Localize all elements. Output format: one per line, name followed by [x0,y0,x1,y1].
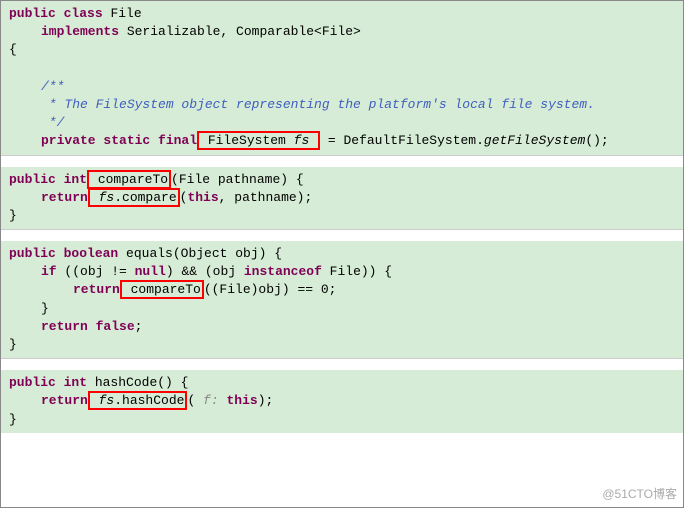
keyword: int [56,375,87,390]
code-line: return false; [9,318,675,336]
keyword: if [41,264,57,279]
text: FileSystem [200,133,294,148]
text: compareTo [90,172,168,187]
code-line: public class File [9,5,675,23]
comment-line: * The FileSystem object representing the… [9,96,675,114]
highlight-box: compareTo [120,280,204,299]
block-gap [1,358,683,370]
keyword: this [187,190,218,205]
keyword: return [73,282,120,297]
keyword: this [226,393,257,408]
watermark: @51CTO博客 [602,486,677,503]
code-line: } [9,300,675,318]
code-line: public boolean equals(Object obj) { [9,245,675,263]
highlight-box: fs.hashCode [88,391,188,410]
block-gap [1,229,683,241]
keyword: public [9,6,56,21]
keyword: return false [41,319,135,334]
text: equals(Object obj) { [118,246,282,261]
keyword: int [56,172,87,187]
code-line: return compareTo((File)obj) == 0; [9,281,675,299]
text: (File pathname) { [171,172,304,187]
text: ; [135,319,143,334]
text: ) && (obj [166,264,244,279]
keyword: implements [41,24,119,39]
text: File)) { [322,264,392,279]
code-block-3: public boolean equals(Object obj) { if (… [1,241,683,358]
text: fs [91,190,114,205]
code-block-2: public int compareTo(File pathname) { re… [1,167,683,230]
text: fs [91,393,114,408]
highlight-box: fs.compare [88,188,180,207]
keyword: boolean [56,246,118,261]
code-line: { [9,41,675,59]
comment-line: /** [9,78,675,96]
code-block-1: public class File implements Serializabl… [1,1,683,155]
text: getFileSystem [484,133,585,148]
code-line: } [9,207,675,225]
block-gap [1,155,683,167]
highlight-box: FileSystem fs [197,131,320,150]
text: File [103,6,142,21]
code-line: } [9,336,675,354]
keyword: private static final [41,133,197,148]
text: compareTo [123,282,201,297]
code-line: public int hashCode() { [9,374,675,392]
text: (); [585,133,608,148]
code-line: private static final FileSystem fs = Def… [9,132,675,150]
code-line: public int compareTo(File pathname) { [9,171,675,189]
highlight-box: compareTo [87,170,171,189]
code-line: implements Serializable, Comparable<File… [9,23,675,41]
code-line: return fs.hashCode( f: this); [9,392,675,410]
text: ); [258,393,274,408]
comment-line: */ [9,114,675,132]
text: ((File)obj) == 0; [204,282,337,297]
text: .compare [114,190,176,205]
text: Serializable, Comparable<File> [119,24,361,39]
keyword: null [135,264,166,279]
keyword: instanceof [244,264,322,279]
text: hashCode() { [87,375,188,390]
code-line: } [9,411,675,429]
text: fs [294,133,310,148]
text: , pathname); [219,190,313,205]
text: ((obj != [57,264,135,279]
code-line: if ((obj != null) && (obj instanceof Fil… [9,263,675,281]
code-block-4: public int hashCode() { return fs.hashCo… [1,370,683,433]
text: .hashCode [114,393,184,408]
keyword: public [9,246,56,261]
blank-line [9,60,675,78]
keyword: return [41,190,88,205]
text: = DefaultFileSystem. [320,133,484,148]
keyword: public [9,375,56,390]
keyword: return [41,393,88,408]
keyword: class [64,6,103,21]
param-hint: f: [195,393,226,408]
code-line: return fs.compare(this, pathname); [9,189,675,207]
keyword: public [9,172,56,187]
